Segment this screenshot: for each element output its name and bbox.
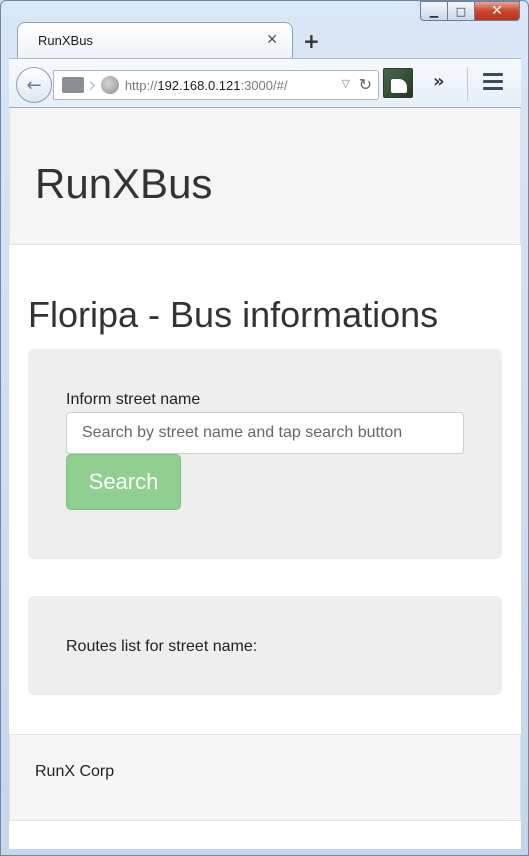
brand-header: RunXBus (9, 108, 521, 245)
addon-icon[interactable] (383, 68, 413, 98)
back-button[interactable]: ← (16, 67, 52, 103)
url-bar[interactable]: › http://192.168.0.121:3000/#/ ▽ ↻ (53, 70, 379, 100)
tab-runxbus[interactable]: RunXBus ✕ (17, 22, 293, 58)
tab-title: RunXBus (38, 33, 93, 48)
footer-text: RunX Corp (35, 763, 115, 780)
search-button[interactable]: Search (66, 454, 181, 510)
tab-close-icon[interactable]: ✕ (266, 32, 278, 48)
brand-title: RunXBus (35, 160, 213, 207)
minimize-button[interactable]: ▁ (420, 1, 447, 21)
back-arrow-icon: ← (26, 74, 42, 96)
search-panel: Inform street name Search (28, 349, 502, 559)
overflow-chevron-icon[interactable]: » (433, 71, 445, 92)
street-name-label: Inform street name (66, 391, 201, 408)
page-title: Floripa - Bus informations (28, 294, 439, 335)
url-host: 192.168.0.121 (157, 77, 241, 93)
browser-window: ▁ □ ✕ RunXBus ✕ + ← › http://192.168.0.1… (0, 0, 529, 856)
routes-panel: Routes list for street name: (28, 596, 502, 695)
hamburger-menu-icon[interactable] (483, 73, 503, 94)
chevron-right-icon: › (88, 72, 97, 98)
url-text[interactable]: http://192.168.0.121:3000/#/ (125, 78, 288, 93)
globe-icon (100, 76, 119, 94)
window-controls: ▁ □ ✕ (420, 1, 520, 23)
toolbar-divider (467, 67, 468, 101)
new-tab-button[interactable]: + (303, 29, 320, 53)
bookmarks-folder-icon[interactable] (62, 77, 84, 93)
url-path: :3000/#/ (240, 77, 288, 93)
close-window-button[interactable]: ✕ (474, 1, 520, 21)
routes-list-label: Routes list for street name: (66, 638, 258, 655)
page-viewport: RunXBus Floripa - Bus informations Infor… (9, 108, 521, 849)
url-prefix: http:// (124, 77, 158, 93)
footer: RunX Corp (9, 734, 521, 821)
street-search-input[interactable] (66, 412, 464, 454)
url-dropdown-icon[interactable]: ▽ (342, 77, 350, 90)
maximize-button[interactable]: □ (447, 1, 474, 21)
reload-icon[interactable]: ↻ (359, 75, 372, 94)
navigation-bar: ← › http://192.168.0.121:3000/#/ ▽ ↻ » (9, 58, 521, 108)
